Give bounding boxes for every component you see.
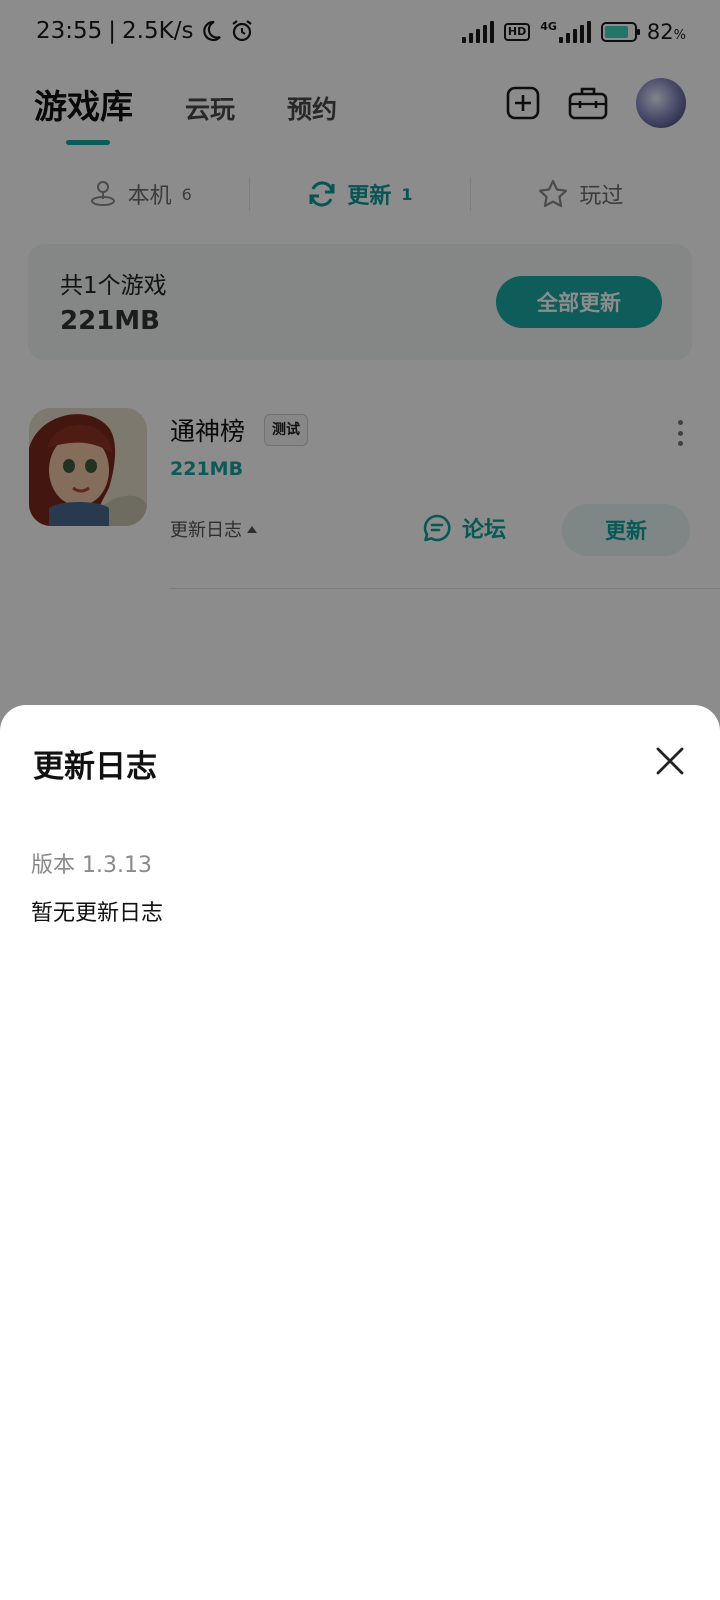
sheet-title: 更新日志 [33, 749, 157, 785]
changelog-sheet: 更新日志 版本 1.3.13 暂无更新日志 [0, 705, 720, 1600]
close-icon[interactable] [650, 741, 690, 781]
game-library-page: 23:55 | 2.5K/s HD 4G 82% 游戏库 云玩 预约 本机 6 [0, 0, 720, 1600]
version-label: 版本 1.3.13 [31, 853, 152, 878]
changelog-content: 暂无更新日志 [31, 901, 164, 926]
